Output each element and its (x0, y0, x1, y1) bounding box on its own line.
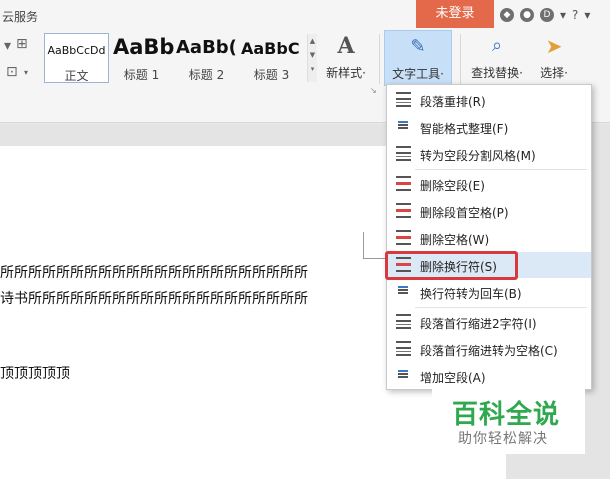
menu-item-label: 删除空格(W) (420, 233, 490, 247)
style-sample: AaBbC (241, 39, 300, 58)
text-tool-icon: ✎ (410, 36, 426, 57)
smart-format-icon (396, 119, 411, 134)
select-label: 选择· (540, 66, 568, 80)
watermark-title: 百科全说 (452, 400, 561, 430)
cloud-dropdown-arrow[interactable]: ▾ (560, 8, 566, 22)
text-tool-button[interactable]: ✎ 文字工具· (384, 30, 452, 86)
menu-item-split-style[interactable]: 转为空段分割风格(M) (387, 141, 591, 167)
indent-icon (396, 314, 411, 329)
document-text-line[interactable]: 诗书所所所所所所所所所所所所所所所所所所所所 (0, 288, 365, 308)
styles-gallery: AaBbCcDd 正文 AaBb 标题 1 AaBb( 标题 2 AaBbC 标… (44, 33, 306, 83)
style-label: 标题 2 (188, 68, 225, 82)
style-label: 正文 (64, 69, 89, 83)
more-styles-icon[interactable]: ▾ (308, 62, 317, 76)
style-heading-1[interactable]: AaBb 标题 1 (109, 33, 174, 83)
watermark: 百科全说 助你轻松解决 (432, 384, 585, 454)
margin-mark (363, 232, 364, 258)
find-replace-label: 查找替换· (471, 66, 523, 80)
menu-item-paragraph-rearrange[interactable]: 段落重排(R) (387, 87, 591, 113)
style-label: 标题 3 (253, 68, 290, 82)
menu-item-indent-to-space[interactable]: 段落首行缩进转为空格(C) (387, 336, 591, 362)
styles-scroll[interactable]: ▲ ▼ ▾ (307, 34, 317, 82)
help-icon[interactable]: ? (572, 8, 578, 22)
menu-item-label: 智能格式整理(F) (420, 122, 509, 136)
ribbon-divider (379, 34, 380, 84)
split-style-icon (396, 146, 411, 161)
table-border-icon[interactable]: ⊞ (16, 36, 28, 52)
indent-to-space-icon (396, 341, 411, 356)
title-icons: ◆ ● D ▾ ? ▾ (500, 6, 590, 24)
watermark-subtitle: 助你轻松解决 (458, 431, 548, 447)
delete-leading-space-icon (396, 203, 411, 218)
list-arrow-icon[interactable]: ▾ (4, 38, 11, 54)
menu-item-label: 删除段首空格(P) (420, 206, 509, 220)
add-empty-paragraph-icon (396, 368, 411, 383)
paragraph-rearrange-icon (396, 92, 411, 107)
linebreak-to-enter-icon (396, 284, 411, 299)
menu-item-indent[interactable]: 段落首行缩进2字符(I) (387, 309, 591, 335)
delete-space-icon (396, 230, 411, 245)
menu-item-delete-space[interactable]: 删除空格(W) (387, 225, 591, 251)
shading-dropdown-icon[interactable]: ▾ (24, 68, 28, 77)
cloud-drive-icon[interactable]: D (540, 8, 554, 22)
style-label: 标题 1 (123, 68, 160, 82)
style-heading-2[interactable]: AaBb( 标题 2 (174, 33, 239, 83)
menu-item-delete-leading-space[interactable]: 删除段首空格(P) (387, 198, 591, 224)
find-replace-icon: ⌕ (491, 35, 503, 56)
select-button[interactable]: ➤ 选择· (530, 30, 578, 86)
menu-separator (415, 307, 587, 308)
new-style-button[interactable]: A 新样式· (320, 30, 372, 86)
new-style-icon: A (337, 33, 355, 59)
menu-item-label: 段落重排(R) (420, 95, 486, 109)
bulb-icon[interactable]: ● (520, 8, 534, 22)
style-sample: AaBb( (176, 37, 237, 58)
menu-item-delete-empty-paragraph[interactable]: 删除空段(E) (387, 171, 591, 197)
style-sample: AaBb (113, 35, 174, 59)
shirt-icon[interactable]: ◆ (500, 8, 514, 22)
cloud-service-tab[interactable]: 云服务 (2, 8, 38, 25)
login-button[interactable]: 未登录 (416, 0, 494, 28)
menu-item-linebreak-to-enter[interactable]: 换行符转为回车(B) (387, 279, 591, 305)
style-heading-3[interactable]: AaBbC 标题 3 (239, 33, 304, 83)
shading-icon[interactable]: ⊡ (6, 64, 18, 80)
menu-item-label: 换行符转为回车(B) (420, 287, 522, 301)
menu-item-label: 段落首行缩进2字符(I) (420, 317, 537, 331)
style-sample: AaBbCcDd (47, 44, 106, 57)
new-style-label: 新样式· (326, 66, 366, 80)
find-replace-button[interactable]: ⌕ 查找替换· (466, 30, 528, 86)
help-dropdown-arrow[interactable]: ▾ (584, 8, 590, 22)
cursor-arrow-icon: ➤ (545, 34, 563, 58)
title-bar: 云服务 未登录 ◆ ● D ▾ ? ▾ (0, 0, 610, 30)
margin-mark (363, 258, 385, 259)
document-text-line[interactable]: 所所所所所所所所所所所所所所所所所所所所所所 (0, 262, 365, 282)
text-tool-menu: 段落重排(R) 智能格式整理(F) 转为空段分割风格(M) 删除空段(E) 删除… (386, 84, 592, 390)
ribbon-divider (460, 34, 461, 84)
menu-item-label: 段落首行缩进转为空格(C) (420, 344, 558, 358)
style-normal[interactable]: AaBbCcDd 正文 (44, 33, 109, 83)
styles-launcher-icon[interactable]: ↘ (370, 86, 377, 95)
menu-item-label: 转为空段分割风格(M) (420, 149, 536, 163)
text-tool-label: 文字工具· (392, 67, 444, 81)
menu-separator (415, 169, 587, 170)
highlight-box (385, 251, 518, 280)
document-text-line[interactable]: 顶顶顶顶顶 (0, 363, 200, 383)
delete-empty-paragraph-icon (396, 176, 411, 191)
scroll-up-icon[interactable]: ▲ (308, 34, 317, 48)
menu-item-smart-format[interactable]: 智能格式整理(F) (387, 114, 591, 140)
menu-item-label: 删除空段(E) (420, 179, 485, 193)
scroll-down-icon[interactable]: ▼ (308, 48, 317, 62)
